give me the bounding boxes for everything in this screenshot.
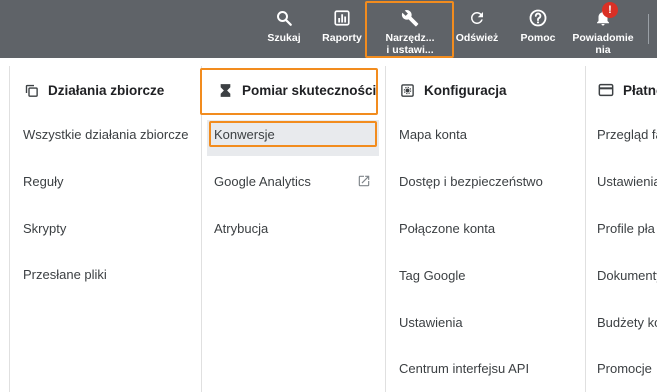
- notifications-button[interactable]: ! Powiadomie nia: [568, 0, 638, 58]
- column-divider: [201, 66, 202, 392]
- wrench-icon: [399, 7, 421, 29]
- column-divider: [385, 66, 386, 392]
- open-external-icon[interactable]: [357, 174, 371, 193]
- menu-item-attribution[interactable]: Atrybucja: [214, 221, 268, 236]
- reports-button[interactable]: Raporty: [318, 0, 366, 58]
- help-button[interactable]: Pomoc: [514, 0, 562, 58]
- refresh-icon: [466, 7, 488, 29]
- menu-item-settings[interactable]: Ustawienia: [399, 315, 463, 330]
- tools-menu-panel: [10, 66, 657, 392]
- tools-settings-button[interactable]: Narzędz... i ustawi...: [372, 0, 448, 58]
- top-toolbar: Szukaj Raporty Narzędz... i ustawi... Od…: [0, 0, 657, 58]
- search-button[interactable]: Szukaj: [262, 0, 306, 58]
- menu-item-all-bulk-actions[interactable]: Wszystkie działania zbiorcze: [23, 127, 188, 142]
- search-label: Szukaj: [267, 32, 301, 44]
- menu-item-google-tag[interactable]: Tag Google: [399, 268, 466, 283]
- search-icon: [273, 7, 295, 29]
- configuration-header: Konfiguracja: [399, 78, 507, 102]
- notifications-label-line2: nia: [595, 44, 611, 56]
- tools-label-line1: Narzędz...: [385, 32, 435, 44]
- settings-box-icon: [399, 82, 415, 98]
- menu-item-billing-settings[interactable]: Ustawienia: [597, 174, 657, 189]
- menu-item-billing-overview[interactable]: Przegląd fa: [597, 127, 657, 142]
- menu-item-payment-profiles[interactable]: Profile pła: [597, 221, 655, 236]
- toolbar-divider: [648, 14, 649, 44]
- notifications-label-line1: Powiadomie: [572, 32, 634, 44]
- menu-item-account-map[interactable]: Mapa konta: [399, 127, 467, 142]
- configuration-title: Konfiguracja: [424, 82, 507, 98]
- hourglass-icon: [217, 82, 233, 98]
- menu-item-api-center[interactable]: Centrum interfejsu API: [399, 361, 529, 376]
- menu-item-uploaded-files[interactable]: Przesłane pliki: [23, 267, 107, 282]
- menu-item-documents[interactable]: Dokumenty: [597, 268, 657, 283]
- billing-header: Płatno: [598, 78, 657, 102]
- help-label: Pomoc: [520, 32, 556, 44]
- copy-stack-icon: [23, 82, 39, 98]
- menu-item-conversions[interactable]: Konwersje: [207, 120, 379, 156]
- menu-item-access-security[interactable]: Dostęp i bezpieczeństwo: [399, 174, 543, 189]
- refresh-label: Odśwież: [455, 32, 499, 44]
- column-divider: [585, 66, 586, 392]
- menu-item-rules[interactable]: Reguły: [23, 174, 63, 189]
- menu-item-budgets[interactable]: Budżety ko: [597, 315, 657, 330]
- bar-chart-icon: [331, 7, 353, 29]
- credit-card-icon: [598, 82, 614, 98]
- refresh-button[interactable]: Odśwież: [453, 0, 501, 58]
- menu-item-promotions[interactable]: Promocje: [597, 361, 652, 376]
- bulk-actions-header: Działania zbiorcze: [23, 78, 164, 102]
- notification-badge: !: [602, 2, 618, 18]
- bulk-actions-title: Działania zbiorcze: [48, 82, 165, 98]
- menu-item-linked-accounts[interactable]: Połączone konta: [399, 221, 495, 236]
- tools-label-line2: i ustawi...: [386, 44, 434, 56]
- billing-title: Płatno: [623, 82, 657, 98]
- menu-item-scripts[interactable]: Skrypty: [23, 221, 66, 236]
- menu-item-google-analytics[interactable]: Google Analytics: [214, 174, 311, 189]
- help-icon: [527, 7, 549, 29]
- measurement-title: Pomiar skuteczności: [242, 82, 377, 98]
- reports-label: Raporty: [322, 32, 362, 44]
- measurement-header: Pomiar skuteczności: [217, 78, 376, 102]
